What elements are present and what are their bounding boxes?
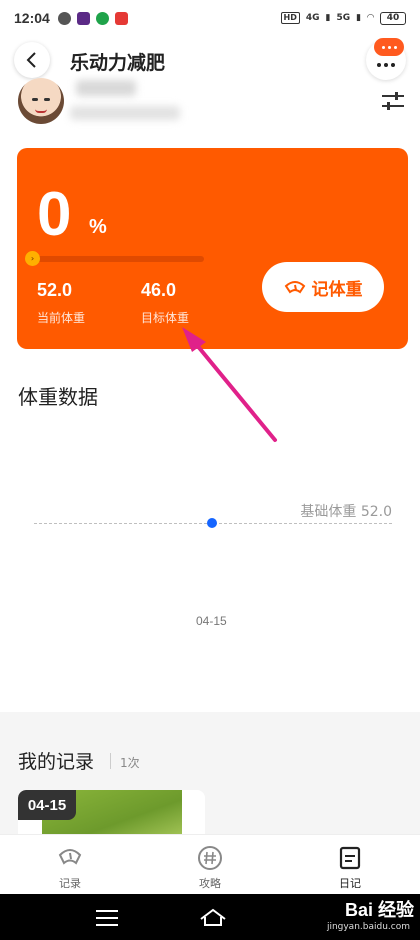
- signal-4g-label: 4G: [305, 13, 320, 23]
- more-button[interactable]: [366, 38, 406, 80]
- username-blurred: [76, 80, 136, 96]
- divider: [110, 753, 111, 769]
- bottom-tab-bar: 记录 攻略 日记: [0, 834, 420, 894]
- progress-track: [32, 256, 204, 262]
- progress-percent: 0: [37, 180, 72, 249]
- chevron-left-icon: [26, 52, 36, 68]
- tab-guide-label: 攻略: [199, 877, 221, 890]
- watermark-url: jingyan.baidu.com: [326, 922, 410, 932]
- green-app-icon: [95, 11, 109, 25]
- current-weight-label: 当前体重: [37, 311, 86, 325]
- weight-data-title: 体重数据: [18, 385, 98, 409]
- settings-sliders-icon[interactable]: [382, 90, 406, 112]
- k-app-icon: [76, 11, 90, 25]
- progress-knob-icon: ›: [25, 251, 40, 266]
- current-weight-value: 52.0: [37, 280, 73, 300]
- tab-diary-label: 日记: [339, 877, 361, 890]
- watermark-brand: Bai 经验: [344, 900, 414, 920]
- more-dots-icon: [377, 63, 395, 67]
- tab-guide[interactable]: 攻略: [140, 835, 280, 894]
- user-info-blurred: [70, 106, 180, 120]
- record-weight-label: 记体重: [311, 279, 363, 300]
- target-weight-value: 46.0: [141, 280, 177, 300]
- record-card[interactable]: 04-15: [18, 790, 205, 840]
- target-weight-label: 目标体重: [141, 311, 190, 325]
- records-count: 1次: [120, 756, 140, 770]
- x-axis-tick: 04-15: [196, 614, 227, 628]
- signal-icon-2: ▮: [356, 13, 362, 23]
- record-date: 04-15: [18, 790, 76, 820]
- weight-progress-card: 0 % › 52.0 当前体重 46.0 目标体重 记体重: [17, 148, 408, 349]
- scale-icon: [58, 849, 82, 865]
- wifi-icon: ◠: [367, 13, 374, 23]
- baseline-weight-label: 基础体重 52.0: [300, 504, 392, 520]
- weight-data-point[interactable]: [207, 518, 217, 528]
- avatar[interactable]: [18, 78, 64, 124]
- hd-badge: HD: [280, 12, 300, 24]
- record-weight-button[interactable]: 记体重: [262, 262, 384, 312]
- back-button[interactable]: [14, 42, 50, 78]
- message-app-icon: [57, 11, 71, 25]
- progress-percent-unit: %: [89, 216, 107, 238]
- tab-record-label: 记录: [59, 877, 81, 890]
- tab-diary[interactable]: 日记: [280, 835, 420, 894]
- page-title: 乐动力减肥: [70, 52, 166, 74]
- system-nav-bar: Bai 经验 jingyan.baidu.com: [0, 894, 420, 940]
- red-app-icon: [114, 11, 128, 25]
- header: 乐动力减肥: [0, 36, 420, 146]
- signal-icon: ▮: [325, 13, 331, 23]
- status-indicators: HD 4G ▮ 5G ▮ ◠ 40: [280, 11, 406, 25]
- home-icon[interactable]: [198, 907, 228, 927]
- notification-badge: [374, 38, 404, 56]
- hashtag-icon: [198, 846, 222, 870]
- diary-icon: [339, 846, 361, 870]
- status-time: 12:04: [14, 10, 50, 26]
- signal-5g-label: 5G: [336, 13, 351, 23]
- records-title: 我的记录: [18, 751, 95, 773]
- scale-icon: [284, 281, 305, 294]
- menu-icon[interactable]: [96, 910, 118, 926]
- battery-icon: 40: [380, 11, 406, 25]
- tab-record[interactable]: 记录: [0, 835, 140, 894]
- status-bar: 12:04 HD 4G ▮ 5G ▮ ◠ 40: [0, 0, 420, 36]
